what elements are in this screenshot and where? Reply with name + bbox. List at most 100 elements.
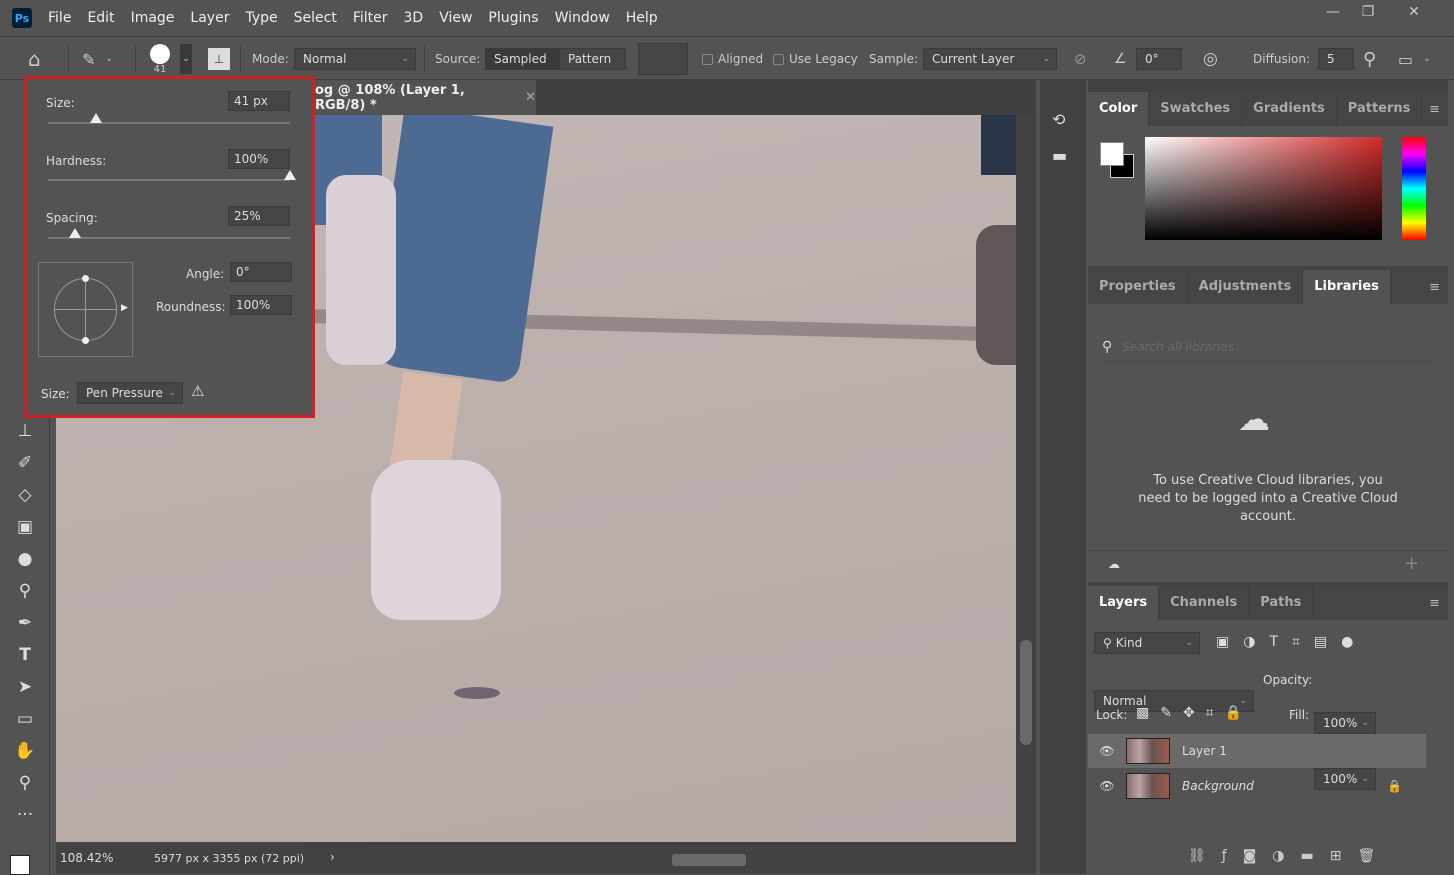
stamp-tool-icon[interactable]: ⊥: [10, 418, 40, 444]
cloud-sync-icon[interactable]: ☁: [1108, 557, 1120, 571]
menu-plugins[interactable]: Plugins: [480, 10, 546, 26]
tab-gradients[interactable]: Gradients: [1242, 92, 1337, 126]
menu-layer[interactable]: Layer: [182, 10, 237, 26]
menu-window[interactable]: Window: [547, 10, 618, 26]
lock-icons[interactable]: ▩✎✥⌗🔒: [1136, 705, 1253, 721]
spacing-slider-thumb[interactable]: [68, 228, 81, 238]
close-button[interactable]: ✕: [1394, 4, 1434, 26]
menu-help[interactable]: Help: [618, 10, 666, 26]
aligned-checkbox[interactable]: [702, 53, 713, 65]
tab-paths[interactable]: Paths: [1249, 586, 1314, 620]
opacity-input[interactable]: 100% ⌄: [1314, 712, 1376, 734]
close-tab-icon[interactable]: ✕: [525, 90, 536, 105]
source-sampled-button[interactable]: Sampled: [485, 48, 559, 70]
hardness-slider-thumb[interactable]: [284, 170, 296, 180]
spacing-input[interactable]: 25%: [228, 206, 290, 226]
roundness-input[interactable]: 100%: [230, 295, 292, 315]
ignore-adjustment-layers-icon[interactable]: ⊘: [1074, 37, 1087, 81]
tab-swatches[interactable]: Swatches: [1149, 92, 1243, 126]
eraser-icon[interactable]: ◇: [10, 482, 40, 508]
gradient-icon[interactable]: ▣: [10, 514, 40, 540]
comments-icon[interactable]: ▬: [1052, 146, 1067, 165]
document-tab[interactable]: og @ 108% (Layer 1, RGB/8) * ✕: [311, 80, 536, 115]
hardness-input[interactable]: 100%: [228, 149, 290, 169]
panel-menu-icon[interactable]: ≡: [1429, 102, 1440, 117]
workspace-icon[interactable]: ▭ ⌄: [1398, 37, 1431, 81]
tab-layers[interactable]: Layers: [1088, 586, 1160, 620]
size-slider[interactable]: [48, 113, 290, 124]
layer-filter-icons[interactable]: ▣◑T⌗▤●: [1216, 634, 1367, 650]
hand-icon[interactable]: ✋: [10, 738, 40, 764]
angle-input[interactable]: 0°: [1136, 48, 1182, 70]
pressure-icon[interactable]: ◎: [1203, 37, 1218, 81]
minimize-button[interactable]: —: [1313, 4, 1353, 26]
tab-adjustments[interactable]: Adjustments: [1188, 270, 1304, 304]
tab-properties[interactable]: Properties: [1088, 270, 1188, 304]
brush-preset-picker[interactable]: 41: [150, 37, 170, 81]
color-field[interactable]: [1145, 137, 1382, 240]
home-icon[interactable]: ⌂: [28, 37, 41, 81]
status-menu-arrow[interactable]: ›: [330, 850, 335, 864]
source-pattern-button[interactable]: Pattern: [559, 48, 626, 70]
layer-filter-dropdown[interactable]: ⚲ Kind ⌄: [1094, 632, 1200, 654]
layer-actions[interactable]: ⛓ƒ◙◑▬⊞🗑: [1188, 848, 1391, 864]
menu-select[interactable]: Select: [286, 10, 345, 26]
layer-row[interactable]: 👁 Layer 1: [1088, 734, 1426, 768]
menu-file[interactable]: File: [40, 10, 79, 26]
menu-view[interactable]: View: [431, 10, 480, 26]
menu-type[interactable]: Type: [237, 10, 285, 26]
tab-color[interactable]: Color: [1088, 92, 1150, 126]
angle-input[interactable]: 0°: [230, 262, 292, 282]
left-shoe: [326, 175, 396, 365]
foreground-color-swatch[interactable]: [1100, 142, 1124, 166]
eye-icon[interactable]: 👁: [1088, 744, 1126, 758]
panel-menu-icon[interactable]: ≡: [1429, 596, 1440, 611]
lock-icon: 🔒: [1387, 779, 1402, 793]
path-selection-icon[interactable]: ➤: [10, 674, 40, 700]
size-input[interactable]: 41 px: [228, 91, 290, 111]
panel-menu-icon[interactable]: ≡: [1429, 280, 1440, 295]
menu-3d[interactable]: 3D: [396, 10, 432, 26]
zoom-icon[interactable]: ⚲: [10, 770, 40, 796]
pen-pressure-dropdown[interactable]: Pen Pressure ⌄: [77, 382, 183, 404]
history-icon[interactable]: ⟲: [1052, 110, 1065, 129]
use-legacy-checkbox[interactable]: [773, 53, 784, 65]
blur-icon[interactable]: ●: [10, 546, 40, 572]
maximize-button[interactable]: ❐: [1348, 4, 1388, 26]
menu-filter[interactable]: Filter: [345, 10, 396, 26]
size-slider-thumb[interactable]: [90, 113, 103, 123]
diffusion-input[interactable]: 5: [1318, 48, 1354, 70]
more-tools-icon[interactable]: ···: [10, 802, 40, 828]
spacing-slider[interactable]: [48, 228, 290, 239]
stamp-icon[interactable]: ⊥: [208, 48, 230, 70]
tab-libraries[interactable]: Libraries: [1303, 270, 1391, 304]
scroll-thumb[interactable]: [1020, 640, 1032, 745]
healing-brush-icon[interactable]: ✎ ⌄: [82, 37, 113, 81]
brush-angle-widget[interactable]: ▶: [38, 262, 133, 357]
vertical-scrollbar[interactable]: [1016, 115, 1036, 842]
horizontal-scroll-thumb[interactable]: [672, 854, 746, 866]
dodge-icon[interactable]: ⚲: [10, 578, 40, 604]
tab-channels[interactable]: Channels: [1159, 586, 1250, 620]
zoom-level[interactable]: 108.42%: [60, 851, 113, 865]
menu-image[interactable]: Image: [123, 10, 183, 26]
rectangle-icon[interactable]: ▭: [10, 706, 40, 732]
history-brush-icon[interactable]: ✐: [10, 450, 40, 476]
eye-icon[interactable]: 👁: [1088, 779, 1126, 793]
foreground-color-swatch[interactable]: [10, 855, 30, 875]
add-library-icon[interactable]: +: [1404, 553, 1419, 574]
pen-icon[interactable]: ✒: [10, 610, 40, 636]
sample-dropdown[interactable]: Current Layer ⌄: [923, 48, 1057, 70]
library-search[interactable]: ⚲ Search all libraries: [1102, 332, 1432, 362]
layer-row[interactable]: 👁 Background 🔒: [1088, 769, 1426, 803]
search-icon[interactable]: ⚲: [1363, 37, 1376, 81]
brush-picker-chevron[interactable]: ⌄: [180, 44, 192, 74]
hardness-slider[interactable]: [48, 170, 296, 181]
mode-dropdown[interactable]: Normal ⌄: [294, 48, 416, 70]
menu-edit[interactable]: Edit: [79, 10, 122, 26]
pattern-picker[interactable]: [638, 43, 688, 75]
hue-slider[interactable]: [1402, 137, 1426, 240]
tab-patterns[interactable]: Patterns: [1337, 92, 1423, 126]
type-tool-icon[interactable]: T: [10, 642, 40, 668]
menu-bar: Ps File Edit Image Layer Type Select Fil…: [0, 0, 1454, 36]
